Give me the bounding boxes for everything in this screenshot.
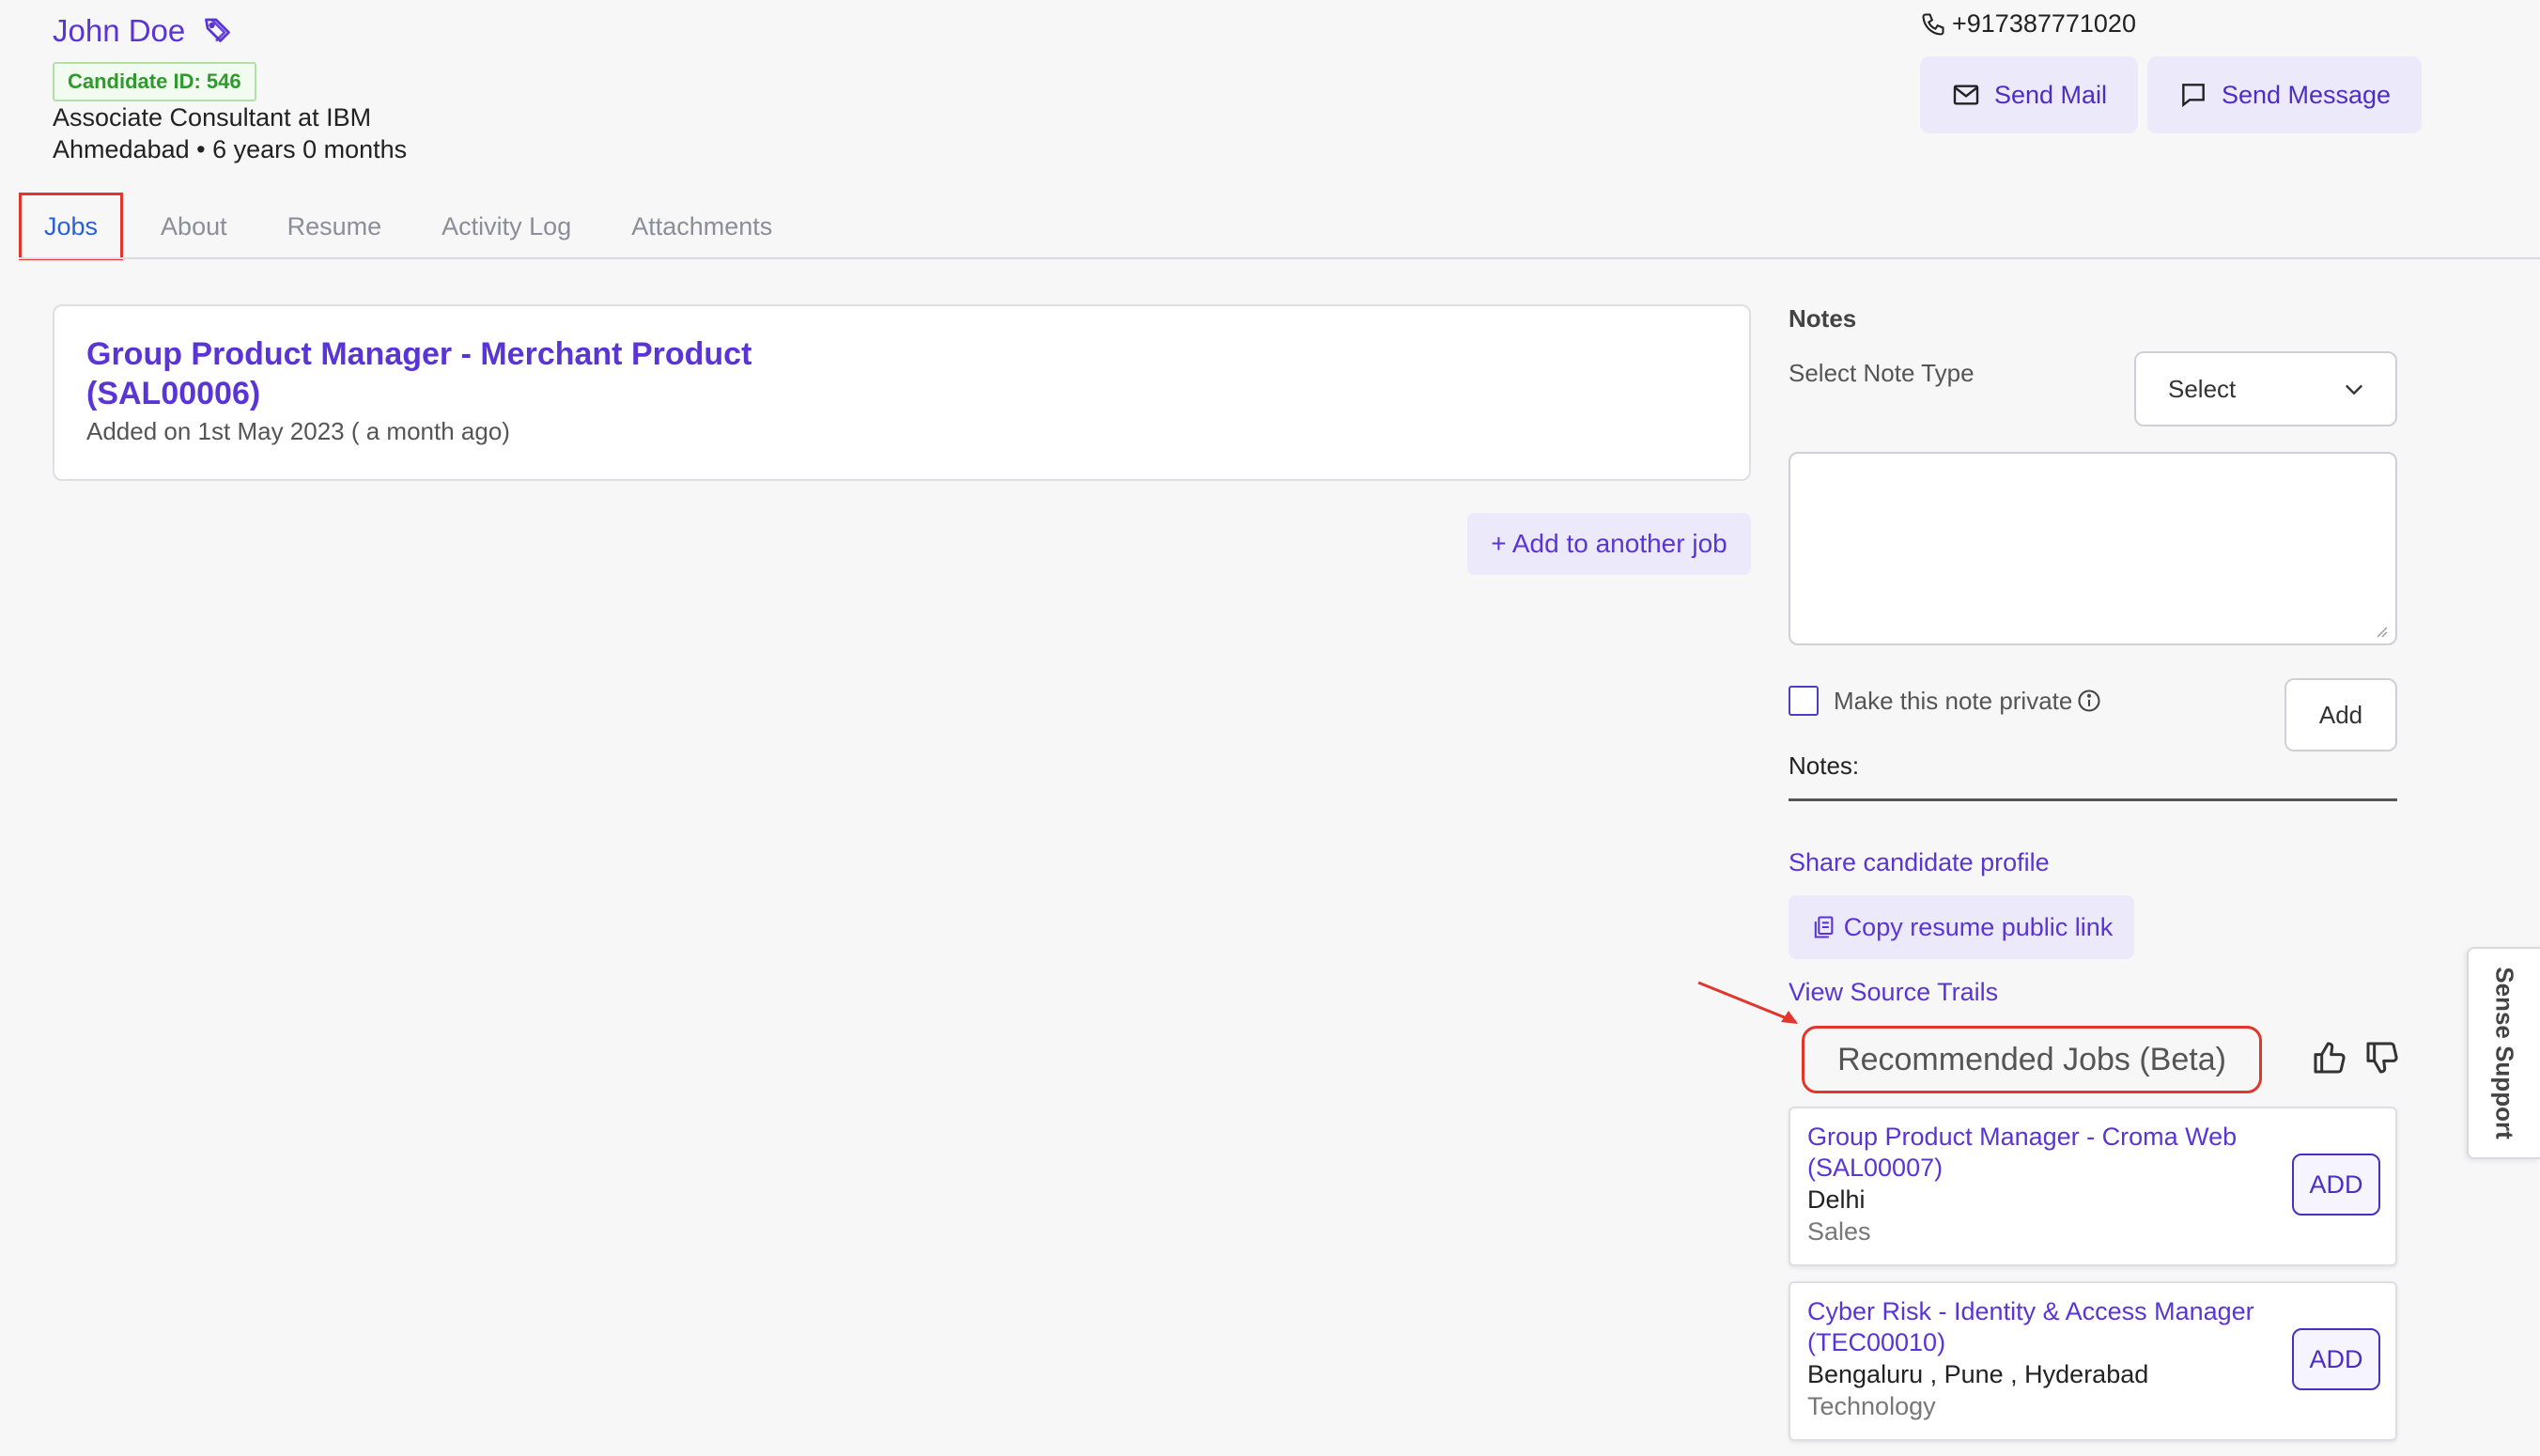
tab-jobs[interactable]: Jobs — [19, 193, 124, 260]
view-source-trails-link[interactable]: View Source Trails — [1789, 978, 1998, 1007]
recommended-job-department: Technology — [1807, 1392, 1936, 1420]
send-mail-button[interactable]: Send Mail — [1920, 56, 2138, 133]
tab-bar: Jobs About Resume Activity Log Attachmen… — [19, 193, 802, 260]
note-type-label: Select Note Type — [1789, 359, 1975, 387]
phone-row[interactable]: +917387771020 — [1920, 9, 2136, 39]
recommended-job-department: Sales — [1807, 1217, 1871, 1246]
sense-support-label: Sense Support — [2490, 967, 2519, 1139]
recommended-job-add-button[interactable]: ADD — [2292, 1154, 2380, 1216]
add-to-another-job-button[interactable]: + Add to another job — [1467, 513, 1751, 575]
mail-icon — [1953, 85, 1979, 105]
tab-attachments[interactable]: Attachments — [601, 193, 802, 260]
recommended-job-location: Bengaluru , Pune , Hyderabad — [1807, 1360, 2149, 1388]
send-message-button[interactable]: Send Message — [2147, 56, 2422, 133]
annotation-arrow-icon — [1697, 981, 1798, 1024]
notes-heading: Notes — [1789, 304, 1857, 333]
share-candidate-profile-link[interactable]: Share candidate profile — [1789, 848, 2050, 877]
sense-support-tab[interactable]: Sense Support — [2467, 947, 2540, 1159]
private-note-label: Make this note private — [1834, 686, 2073, 715]
job-title[interactable]: Group Product Manager - Merchant Product… — [86, 334, 932, 413]
private-note-checkbox[interactable] — [1789, 686, 1819, 716]
recommended-job-title[interactable]: Group Product Manager - Croma Web (SAL00… — [1807, 1122, 2296, 1184]
thumbs-down-icon[interactable] — [2363, 1039, 2401, 1077]
recommended-jobs-heading: Recommended Jobs (Beta) — [1802, 1026, 2262, 1093]
notes-divider — [1789, 798, 2397, 801]
candidate-name-row: John Doe — [53, 13, 236, 49]
phone-number: +917387771020 — [1952, 9, 2136, 38]
phone-icon — [1922, 12, 1944, 36]
candidate-name[interactable]: John Doe — [53, 13, 185, 49]
copy-resume-link-button[interactable]: Copy resume public link — [1789, 895, 2134, 959]
message-icon — [2182, 84, 2205, 108]
chevron-down-icon — [2346, 384, 2362, 395]
note-textarea[interactable] — [1789, 452, 2397, 645]
candidate-location-experience: Ahmedabad • 6 years 0 months — [53, 135, 408, 163]
resize-handle-icon — [2377, 627, 2388, 638]
recommended-job-card: Group Product Manager - Croma Web (SAL00… — [1789, 1107, 2397, 1266]
recommended-job-location: Delhi — [1807, 1185, 1866, 1214]
tab-activity-log[interactable]: Activity Log — [411, 193, 601, 260]
candidate-position: Associate Consultant at IBM — [53, 103, 372, 132]
recommended-job-card: Cyber Risk - Identity & Access Manager (… — [1789, 1281, 2397, 1441]
add-note-button[interactable]: Add — [2284, 678, 2397, 751]
info-icon — [2078, 689, 2100, 712]
note-type-select[interactable]: Select — [2134, 351, 2397, 426]
candidate-id-badge: Candidate ID: 546 — [53, 62, 256, 101]
recommended-job-title[interactable]: Cyber Risk - Identity & Access Manager (… — [1807, 1296, 2333, 1358]
tab-divider — [19, 257, 2540, 259]
tab-about[interactable]: About — [131, 193, 257, 260]
copy-icon — [1814, 916, 1834, 938]
tag-icon[interactable] — [202, 14, 236, 48]
job-added-date: Added on 1st May 2023 ( a month ago) — [86, 417, 510, 445]
tab-resume[interactable]: Resume — [257, 193, 412, 260]
note-type-value: Select — [2168, 374, 2237, 403]
job-card: Group Product Manager - Merchant Product… — [53, 304, 1751, 481]
thumbs-up-icon[interactable] — [2311, 1039, 2348, 1077]
recommended-job-add-button[interactable]: ADD — [2292, 1328, 2380, 1390]
private-note-row: Make this note private — [1789, 686, 2102, 716]
candidate-subtitle: Associate Consultant at IBM Ahmedabad • … — [53, 101, 407, 165]
notes-list-label: Notes: — [1789, 751, 1860, 780]
